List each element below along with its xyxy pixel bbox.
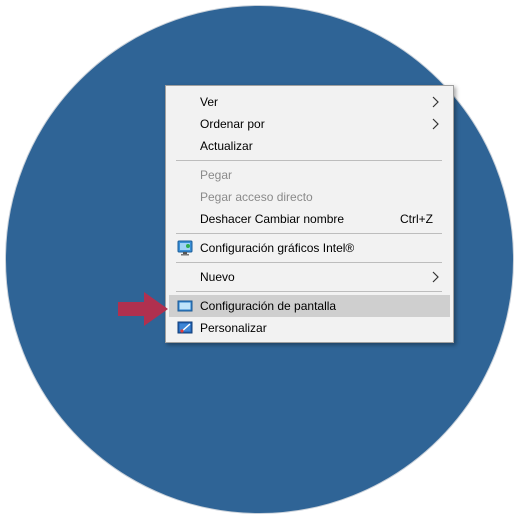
chevron-right-icon <box>432 271 439 283</box>
menu-item-ver[interactable]: Ver <box>169 91 450 113</box>
menu-item-pegar[interactable]: Pegar <box>169 164 450 186</box>
menu-item-label: Ver <box>200 95 219 109</box>
menu-item-label: Configuración gráficos Intel® <box>200 241 355 255</box>
personalize-icon <box>177 321 193 334</box>
chevron-right-icon <box>432 96 439 108</box>
context-menu: Ver Ordenar por Actualizar Pegar Pegar a… <box>165 85 454 343</box>
menu-item-label: Actualizar <box>200 139 253 153</box>
menu-item-label: Nuevo <box>200 270 235 284</box>
pointer-arrow-icon <box>118 292 168 326</box>
menu-item-label: Deshacer Cambiar nombre <box>200 212 345 226</box>
menu-item-intel-graphics[interactable]: Configuración gráficos Intel® <box>169 237 450 259</box>
menu-item-personalizar[interactable]: Personalizar <box>169 317 450 339</box>
menu-separator <box>176 291 442 292</box>
chevron-right-icon <box>432 118 439 130</box>
menu-item-label: Configuración de pantalla <box>200 299 337 313</box>
menu-separator <box>176 160 442 161</box>
menu-item-nuevo[interactable]: Nuevo <box>169 266 450 288</box>
menu-item-deshacer[interactable]: Deshacer Cambiar nombre Ctrl+Z <box>169 208 450 230</box>
menu-item-pegar-acceso-directo[interactable]: Pegar acceso directo <box>169 186 450 208</box>
intel-graphics-icon <box>177 240 193 256</box>
menu-item-label: Pegar acceso directo <box>200 190 313 204</box>
menu-separator <box>176 262 442 263</box>
menu-item-actualizar[interactable]: Actualizar <box>169 135 450 157</box>
menu-item-configuracion-pantalla[interactable]: Configuración de pantalla <box>169 295 450 317</box>
menu-item-shortcut: Ctrl+Z <box>400 212 433 226</box>
menu-item-label: Personalizar <box>200 321 267 335</box>
menu-item-label: Pegar <box>200 168 233 182</box>
display-settings-icon <box>177 300 193 312</box>
menu-item-label: Ordenar por <box>200 117 265 131</box>
menu-item-ordenar-por[interactable]: Ordenar por <box>169 113 450 135</box>
menu-separator <box>176 233 442 234</box>
